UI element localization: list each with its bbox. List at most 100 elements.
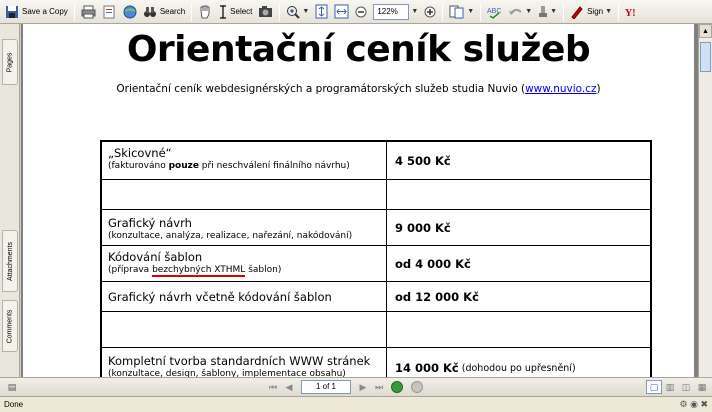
save-copy-button[interactable]: Save a Copy bbox=[2, 2, 71, 22]
zoom-input[interactable]: 122% bbox=[373, 3, 410, 20]
facing-view-button[interactable]: ◫ bbox=[678, 380, 694, 394]
undo-button[interactable]: ▼ bbox=[505, 2, 535, 22]
table-row: Kódování šablon (příprava bezchybných XT… bbox=[102, 246, 650, 282]
panel-icon: ▤ bbox=[7, 381, 17, 392]
snapshot-button[interactable] bbox=[255, 2, 276, 22]
table-row: „Skicovné“ (fakturováno pouze při neschv… bbox=[102, 142, 650, 180]
subtitle-end: ) bbox=[596, 83, 601, 95]
tab-pages[interactable]: Pages bbox=[2, 39, 18, 85]
service-cell: Grafický návrh včetně kódování šablon bbox=[102, 282, 387, 311]
zoom-out-button[interactable] bbox=[352, 2, 370, 22]
save-copy-label: Save a Copy bbox=[22, 7, 68, 16]
service-note: (příprava bezchybných XTHML šablon) bbox=[108, 264, 380, 277]
triangle-up-icon: ▲ bbox=[702, 27, 709, 35]
search-button[interactable]: Search bbox=[140, 2, 188, 22]
service-note: (konzultace, analýza, realizace, nařezán… bbox=[108, 231, 353, 241]
toolbar-separator bbox=[191, 2, 193, 21]
first-page-icon: ⏮ bbox=[268, 381, 278, 392]
vertical-scrollbar[interactable]: ▲ bbox=[698, 24, 712, 377]
spellcheck-marked-text[interactable]: bezchybných XTHML bbox=[152, 265, 246, 277]
note-text: (fakturováno bbox=[108, 161, 169, 171]
toolbar-separator bbox=[480, 2, 482, 21]
toolbar-separator bbox=[279, 2, 281, 21]
plus-circle-icon bbox=[424, 6, 436, 17]
service-cell: Kódování šablon (příprava bezchybných XT… bbox=[102, 246, 387, 281]
toolbar-separator bbox=[563, 2, 565, 21]
service-note: (fakturováno pouze při neschválení finál… bbox=[108, 160, 380, 172]
continuous-facing-view-button[interactable]: ▦ bbox=[694, 380, 710, 394]
service-name: Kompletní tvorba standardních WWW stráne… bbox=[108, 354, 371, 368]
triangle-right-icon: ▶ bbox=[359, 381, 367, 392]
spellcheck-icon: ABC bbox=[487, 8, 502, 19]
pdf-page: Orientační ceník služeb Orientační ceník… bbox=[23, 24, 694, 377]
next-page-button[interactable]: ▶ bbox=[355, 380, 371, 394]
service-price: 9 000 Kč bbox=[395, 220, 451, 235]
facing-pages-icon: ◫ bbox=[681, 381, 691, 392]
status-bar: Done ⚙ ◉ ✖ bbox=[0, 396, 712, 412]
subtitle-text: Orientační ceník webdesignérských a prog… bbox=[116, 83, 526, 95]
previous-page-button[interactable]: ◀ bbox=[281, 380, 297, 394]
service-price: od 12 000 Kč bbox=[395, 289, 479, 304]
select-label: Select bbox=[230, 7, 253, 16]
tab-pages-label: Pages bbox=[6, 52, 14, 72]
panel-toggle-button[interactable]: ▤ bbox=[4, 380, 20, 394]
main-toolbar: Save a Copy Search Select ▼ 122% ▼ ▼ ABC… bbox=[0, 0, 712, 24]
hand-icon bbox=[200, 5, 210, 19]
web-button[interactable] bbox=[120, 2, 140, 22]
print-button[interactable] bbox=[78, 2, 99, 22]
go-back-button[interactable] bbox=[391, 381, 403, 393]
zoom-combo[interactable]: 122% ▼ bbox=[370, 2, 421, 22]
fit-page-button[interactable] bbox=[312, 2, 331, 22]
last-page-button[interactable]: ⏭ bbox=[371, 380, 387, 394]
chevron-down-icon[interactable]: ▼ bbox=[605, 8, 612, 15]
service-price: 14 000 Kč bbox=[395, 361, 459, 375]
fit-width-button[interactable] bbox=[331, 2, 352, 22]
table-row-empty bbox=[102, 312, 650, 348]
more-tools-button[interactable]: ▼ bbox=[535, 2, 560, 22]
status-text: Done bbox=[4, 400, 24, 409]
price-cell bbox=[387, 180, 650, 209]
chevron-down-icon[interactable]: ▼ bbox=[411, 8, 418, 15]
go-forward-button[interactable] bbox=[411, 381, 423, 393]
toolbar-separator bbox=[73, 2, 75, 21]
spellcheck-button[interactable]: ABC bbox=[484, 2, 505, 22]
text-cursor-icon bbox=[220, 4, 227, 19]
continuous-facing-icon: ▦ bbox=[697, 381, 707, 392]
service-note: (konzultace, design, šablony, implementa… bbox=[108, 369, 346, 377]
website-link[interactable]: www.nuvio.cz bbox=[525, 83, 596, 95]
price-cell: 14 000 Kč (dohodou po upřesnění) bbox=[387, 348, 650, 377]
first-page-button[interactable]: ⏮ bbox=[265, 380, 281, 394]
chevron-down-icon[interactable]: ▼ bbox=[525, 8, 532, 15]
tab-attachments[interactable]: Attachments bbox=[2, 230, 18, 292]
fit-page-icon bbox=[315, 4, 328, 19]
note-text: při neschválení finálního návrhu) bbox=[198, 161, 350, 171]
select-tool-button[interactable]: Select bbox=[215, 2, 255, 22]
single-page-icon: ▢ bbox=[649, 381, 659, 392]
price-cell: 9 000 Kč bbox=[387, 210, 650, 245]
continuous-view-button[interactable]: ▥ bbox=[662, 380, 678, 394]
page-layout-button[interactable]: ▼ bbox=[446, 2, 477, 22]
stamp-icon bbox=[539, 5, 548, 17]
service-name: Grafický návrh včetně kódování šablon bbox=[108, 290, 332, 304]
hand-tool-button[interactable] bbox=[195, 2, 215, 22]
zoom-in-button[interactable] bbox=[421, 2, 439, 22]
sign-button[interactable]: Sign ▼ bbox=[567, 2, 615, 22]
single-page-view-button[interactable]: ▢ bbox=[646, 380, 662, 394]
chevron-down-icon[interactable]: ▼ bbox=[550, 8, 557, 15]
svg-text:Y!: Y! bbox=[625, 8, 636, 18]
page-number-field[interactable]: 1 of 1 bbox=[301, 380, 351, 394]
chevron-down-icon[interactable]: ▼ bbox=[467, 8, 474, 15]
zoom-tool-button[interactable]: ▼ bbox=[283, 2, 312, 22]
security-icon: ⚙ ◉ ✖ bbox=[679, 399, 708, 409]
note-text: šablon) bbox=[245, 265, 282, 275]
scroll-thumb[interactable] bbox=[700, 42, 711, 72]
document-viewport[interactable]: Orientační ceník služeb Orientační ceník… bbox=[21, 24, 698, 377]
tab-attachments-label: Attachments bbox=[6, 241, 14, 281]
tab-comments[interactable]: Comments bbox=[2, 300, 18, 352]
chevron-down-icon[interactable]: ▼ bbox=[302, 8, 309, 15]
scroll-up-button[interactable]: ▲ bbox=[699, 24, 712, 38]
email-button[interactable] bbox=[99, 2, 120, 22]
globe-icon bbox=[123, 5, 137, 18]
magnifier-plus-icon bbox=[287, 5, 301, 19]
yahoo-button[interactable]: Y! bbox=[622, 2, 644, 22]
